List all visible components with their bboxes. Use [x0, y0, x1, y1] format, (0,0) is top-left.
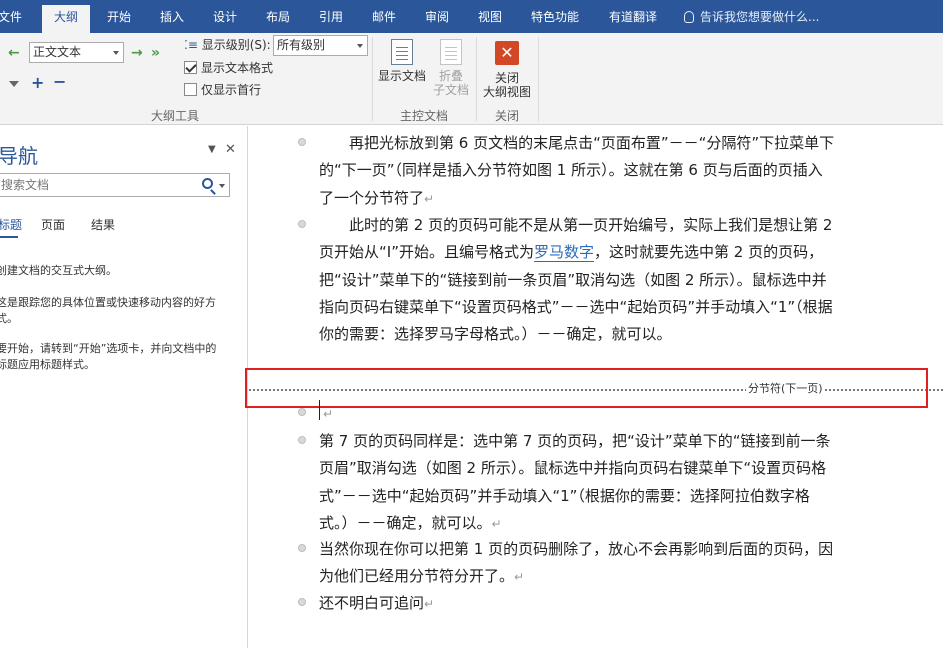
collapse-icon[interactable]: −	[53, 74, 66, 90]
tab-references[interactable]: 引用	[319, 5, 343, 29]
outline-paragraph-empty[interactable]: ↵	[323, 400, 841, 428]
navigation-pane: 导航 ▼ ✕ 搜索文档 标题 页面 结果 创建文档的交互式大纲。 这是跟踪您的具…	[0, 126, 248, 648]
group-label-outline-tools: 大纲工具	[151, 109, 200, 123]
outline-paragraph[interactable]: 当然你现在你可以把第 1 页的页码删除了，放心不会再影响到后面的页码，因为他们已…	[319, 536, 837, 592]
show-document-button[interactable]: 显示文档	[376, 39, 428, 83]
collapse-label-line1: 折叠	[438, 69, 463, 83]
hyperlink-roman-numerals[interactable]: 罗马数字	[533, 243, 594, 263]
tab-file[interactable]: 文件	[0, 5, 22, 29]
group-divider	[476, 37, 477, 121]
outline-paragraph[interactable]: 此时的第 2 页的页码可能不是从第一页开始编号，实际上我们是想让第 2 页开始从…	[319, 212, 837, 348]
chevron-down-icon	[357, 44, 363, 48]
collapse-subdocuments-button[interactable]: 折叠 子文档	[430, 39, 472, 97]
tell-me-text: 告诉我您想要做什么...	[700, 10, 820, 24]
outline-bullet[interactable]	[298, 220, 306, 228]
close-icon: ✕	[495, 41, 519, 65]
tab-layout[interactable]: 布局	[266, 5, 290, 29]
outline-bullet[interactable]	[298, 598, 306, 606]
outline-level-value: 正文文本	[33, 45, 82, 59]
tab-view[interactable]: 视图	[478, 5, 502, 29]
tab-review[interactable]: 审阅	[425, 5, 449, 29]
chevron-down-icon	[113, 51, 119, 55]
outline-bullet[interactable]	[298, 436, 306, 444]
show-text-format-label: 显示文本格式	[201, 61, 274, 75]
first-line-only-checkbox[interactable]	[184, 83, 197, 96]
nav-tab-headings[interactable]: 标题	[0, 216, 22, 233]
ribbon-tab-bar: 文件 大纲 开始 插入 设计 布局 引用 邮件 审阅 视图 特色功能 有道翻译 …	[0, 0, 943, 33]
tab-outline[interactable]: 大纲	[42, 5, 91, 33]
close-label-line2: 大纲视图	[482, 85, 531, 99]
levels-icon: ⁚≡	[184, 38, 202, 52]
tab-design[interactable]: 设计	[213, 5, 237, 29]
tell-me-search[interactable]: 告诉我您想要做什么...	[684, 5, 819, 29]
show-level-label: ⁚≡ 显示级别(S):	[184, 38, 271, 52]
demote-to-body-icon[interactable]: »	[151, 45, 160, 61]
group-label-master-document: 主控文档	[400, 109, 449, 123]
show-document-label: 显示文档	[377, 69, 426, 83]
nav-help-text: 标题应用标题样式。	[0, 358, 95, 371]
outline-bullet[interactable]	[298, 138, 306, 146]
group-divider	[372, 37, 373, 121]
demote-icon[interactable]: →	[131, 45, 143, 61]
close-icon[interactable]: ✕	[225, 142, 236, 157]
ribbon: ← 正文文本 → » + − ⁚≡ 显示级别(S): 所有级别 显示文本格式 仅…	[0, 33, 943, 125]
nav-help-text: 这是跟踪您的具体位置或快速移动内容的好方	[0, 296, 216, 309]
outline-paragraph[interactable]: 再把光标放到第 6 页文档的末尾点击“页面布置”－－“分隔符”下拉菜单下的“下一…	[319, 130, 837, 213]
group-label-close: 关闭	[495, 109, 520, 123]
lightbulb-icon	[684, 11, 694, 23]
chevron-down-icon[interactable]	[219, 184, 225, 188]
move-down-icon[interactable]	[9, 81, 19, 87]
tab-insert[interactable]: 插入	[160, 5, 184, 29]
close-label-line1: 关闭	[494, 71, 519, 85]
show-text-format-checkbox[interactable]	[184, 61, 197, 74]
word-window: 文件 大纲 开始 插入 设计 布局 引用 邮件 审阅 视图 特色功能 有道翻译 …	[0, 0, 943, 648]
collapse-label-line2: 子文档	[432, 83, 469, 97]
group-divider	[538, 37, 539, 121]
search-icon[interactable]	[202, 178, 213, 189]
show-level-value: 所有级别	[277, 38, 326, 52]
nav-search-placeholder: 搜索文档	[1, 178, 50, 192]
tab-mailings[interactable]: 邮件	[372, 5, 396, 29]
tab-special-features[interactable]: 特色功能	[531, 5, 579, 29]
outline-bullet[interactable]	[298, 408, 306, 416]
nav-help-text: 要开始，请转到“开始”选项卡，并向文档中的	[0, 342, 217, 355]
document-area[interactable]: 再把光标放到第 6 页文档的末尾点击“页面布置”－－“分隔符”下拉菜单下的“下一…	[245, 126, 943, 648]
show-level-select[interactable]: 所有级别	[273, 35, 368, 56]
first-line-only-label: 仅显示首行	[201, 83, 262, 97]
nav-help-text: 式。	[0, 312, 18, 325]
nav-tab-pages[interactable]: 页面	[41, 216, 65, 233]
nav-pane-title: 导航	[0, 144, 38, 168]
close-outline-view-button[interactable]: ✕ 关闭 大纲视图	[480, 41, 534, 99]
nav-help-text: 创建文档的交互式大纲。	[0, 264, 117, 277]
subdocument-icon	[440, 39, 462, 65]
tab-youdao-translate[interactable]: 有道翻译	[609, 5, 657, 29]
outline-level-select[interactable]: 正文文本	[29, 42, 124, 63]
chevron-down-icon[interactable]: ▼	[208, 144, 216, 155]
document-icon	[391, 39, 413, 65]
nav-search-input[interactable]: 搜索文档	[0, 173, 230, 197]
promote-icon[interactable]: ←	[8, 45, 20, 61]
expand-icon[interactable]: +	[31, 75, 44, 91]
outline-bullet[interactable]	[298, 544, 306, 552]
text-cursor	[319, 400, 320, 420]
outline-paragraph[interactable]: 还不明白可追问↵	[319, 590, 837, 618]
nav-tab-results[interactable]: 结果	[91, 216, 115, 233]
nav-tab-active-indicator	[0, 236, 18, 238]
outline-paragraph[interactable]: 第 7 页的页码同样是：选中第 7 页的页码，把“设计”菜单下的“链接到前一条页…	[319, 428, 837, 538]
tab-home[interactable]: 开始	[107, 5, 131, 29]
